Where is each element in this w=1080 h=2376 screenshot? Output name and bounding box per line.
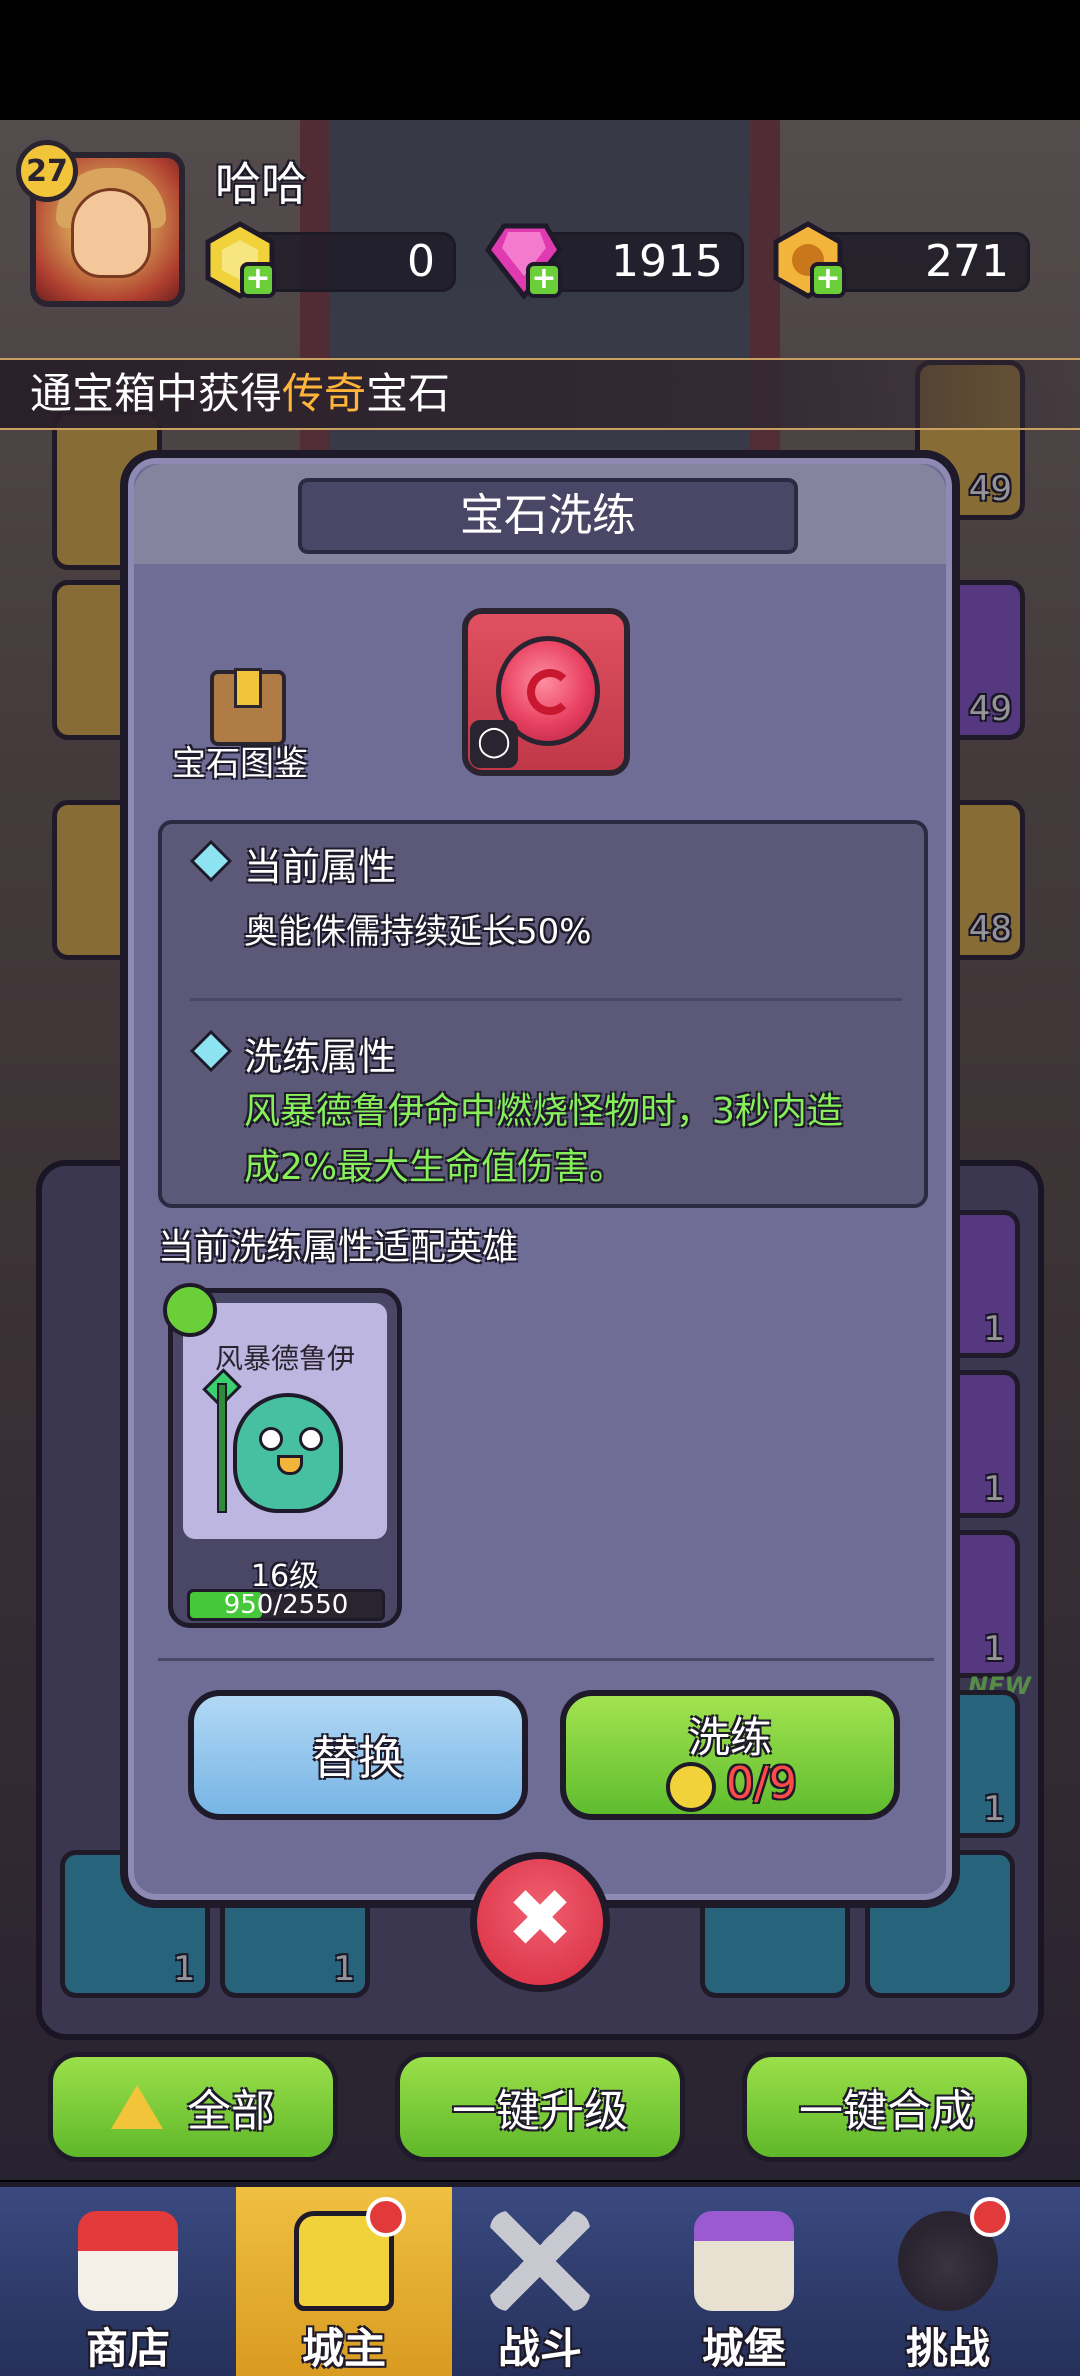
coin-icon bbox=[666, 1762, 716, 1812]
nav-challenge[interactable]: 挑战 bbox=[840, 2187, 1056, 2376]
hero-name: 风暴德鲁伊 bbox=[214, 1342, 355, 1375]
notification-dot bbox=[366, 2197, 406, 2237]
nav-castle[interactable]: 城堡 bbox=[636, 2187, 852, 2376]
gem-codex-label[interactable]: 宝石图鉴 bbox=[172, 736, 308, 785]
hero-card[interactable]: 风暴德鲁伊 16级 950/2550 bbox=[163, 1283, 402, 1628]
current-attr-title: 当前属性 bbox=[244, 845, 397, 889]
merge-all-label: 一键合成 bbox=[799, 2086, 975, 2137]
player-name: 哈哈 bbox=[215, 157, 307, 211]
nav-battle-label: 战斗 bbox=[497, 2324, 582, 2373]
diamond-bullet-icon bbox=[189, 839, 233, 883]
shop-icon bbox=[78, 2211, 178, 2311]
dialog-title: 宝石洗练 bbox=[460, 490, 636, 541]
add-gold-coin-button[interactable]: + bbox=[810, 262, 846, 298]
nav-battle[interactable]: 战斗 bbox=[432, 2187, 648, 2376]
merge-all-button[interactable]: 一键合成 bbox=[742, 2052, 1032, 2162]
refine-attr-title: 洗练属性 bbox=[244, 1035, 397, 1079]
avatar-face bbox=[71, 188, 151, 278]
add-yellow-gem-button[interactable]: + bbox=[240, 262, 276, 298]
selected-gem-slot[interactable]: ◯ bbox=[462, 608, 630, 776]
replace-label: 替换 bbox=[312, 1731, 404, 1785]
hero-exp-text: 950/2550 bbox=[223, 1590, 349, 1620]
gem-refine-dialog: 宝石洗练 宝石图鉴 ◯ 当前属性 奥能侏儒持续延长50% 洗练属性 风暴德鲁伊命… bbox=[120, 450, 960, 1908]
upgrade-all-button[interactable]: 一键升级 bbox=[395, 2052, 685, 2162]
refine-button[interactable]: 洗练 0/9 bbox=[560, 1690, 900, 1820]
warning-triangle-icon bbox=[111, 2085, 163, 2129]
upgrade-all-label: 一键升级 bbox=[452, 2086, 628, 2137]
notification-dot bbox=[970, 2197, 1010, 2237]
fit-heroes-label: 当前洗练属性适配英雄 bbox=[158, 1227, 519, 1268]
nav-challenge-label: 挑战 bbox=[905, 2324, 990, 2373]
diamond-bullet-icon bbox=[189, 1029, 233, 1073]
banner-suffix: 宝石 bbox=[366, 369, 451, 418]
filter-all-button[interactable]: 全部 bbox=[48, 2052, 338, 2162]
refine-attr-text-line2: 成2%最大生命值伤害。 bbox=[244, 1147, 626, 1188]
close-button[interactable]: ✖ bbox=[470, 1852, 610, 1992]
druid-bird-icon bbox=[233, 1393, 343, 1513]
gem-codex-book-icon[interactable] bbox=[210, 668, 286, 746]
buttons-divider bbox=[158, 1658, 934, 1661]
ring-icon: ◯ bbox=[470, 720, 518, 768]
dialog-title-bar: 宝石洗练 bbox=[298, 478, 798, 554]
nav-shop-label: 商店 bbox=[85, 2324, 170, 2373]
hero-portrait: 风暴德鲁伊 bbox=[183, 1303, 387, 1539]
rarity-badge-icon bbox=[163, 1283, 217, 1337]
player-header: 27 哈哈 0 + 1915 + 271 + bbox=[0, 140, 1080, 310]
gem-swirl bbox=[527, 669, 573, 715]
nav-lord-label: 城主 bbox=[301, 2324, 386, 2373]
replace-button[interactable]: 替换 bbox=[188, 1690, 528, 1820]
bottom-navbar: 商店 城主 战斗 城堡 挑战 bbox=[0, 2182, 1080, 2376]
status-bar bbox=[0, 0, 1080, 120]
crossed-swords-icon bbox=[490, 2211, 590, 2311]
add-purple-gem-button[interactable]: + bbox=[526, 262, 562, 298]
refine-attr-text-line1: 风暴德鲁伊命中燃烧怪物时，3秒内造 bbox=[244, 1091, 843, 1132]
nav-shop[interactable]: 商店 bbox=[20, 2187, 236, 2376]
nav-castle-label: 城堡 bbox=[701, 2324, 786, 2373]
announcement-banner: 通宝箱中获得传奇宝石 bbox=[0, 358, 1080, 430]
current-attr-text: 奥能侏儒持续延长50% bbox=[244, 912, 592, 952]
nav-lord[interactable]: 城主 bbox=[236, 2187, 452, 2376]
refine-cost: 0/9 bbox=[726, 1758, 797, 1809]
castle-icon bbox=[694, 2211, 794, 2311]
attr-divider bbox=[190, 998, 902, 1001]
hero-exp-bar: 950/2550 bbox=[187, 1589, 385, 1621]
banner-prefix: 通宝箱中获得 bbox=[30, 369, 283, 418]
banner-highlight: 传奇 bbox=[282, 369, 367, 418]
staff-icon bbox=[217, 1383, 227, 1513]
bird-eye bbox=[299, 1427, 323, 1451]
filter-all-label: 全部 bbox=[187, 2086, 275, 2137]
player-level-badge: 27 bbox=[16, 140, 78, 202]
attribute-panel: 当前属性 奥能侏儒持续延长50% 洗练属性 风暴德鲁伊命中燃烧怪物时，3秒内造 … bbox=[158, 820, 928, 1208]
refine-label: 洗练 bbox=[687, 1713, 772, 1762]
bird-beak bbox=[277, 1455, 303, 1475]
bird-eye bbox=[259, 1427, 283, 1451]
